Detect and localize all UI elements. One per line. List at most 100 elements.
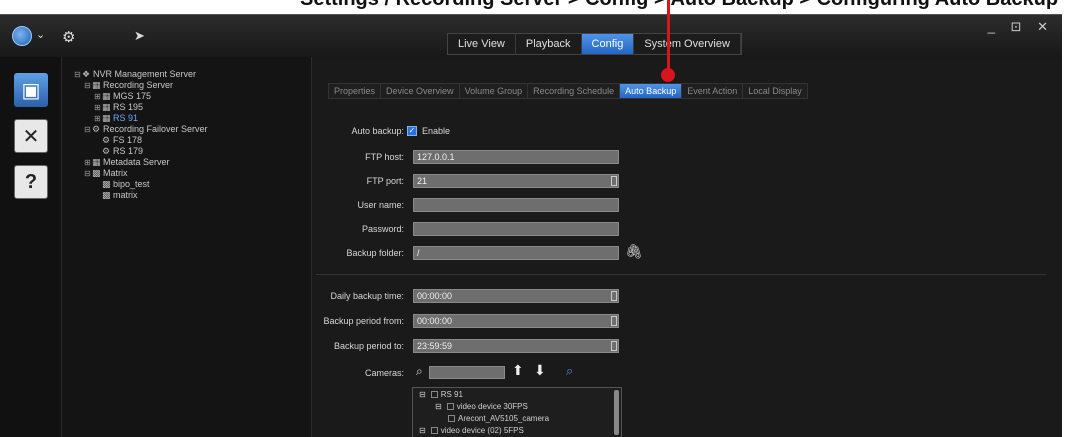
camera-list-scrollbar[interactable]	[614, 390, 619, 435]
globe-icon[interactable]	[12, 26, 32, 46]
server-icon: ⚙	[102, 135, 111, 145]
backup-folder-input[interactable]: /	[413, 246, 619, 260]
callout-line	[667, 0, 670, 72]
collapse-icon[interactable]: ⊟	[84, 80, 92, 91]
collapse-icon[interactable]: ⊟	[435, 402, 442, 411]
user-name-input[interactable]	[413, 198, 619, 212]
subtab-auto-backup[interactable]: Auto Backup	[619, 83, 682, 99]
instruction-caption-strip: Settings / Recording Server > Config > A…	[0, 0, 1067, 14]
subtab-recording-schedule[interactable]: Recording Schedule	[527, 83, 620, 99]
camera-checkbox[interactable]	[446, 403, 454, 411]
backup-period-from-stepper[interactable]: 00:00:00	[413, 314, 619, 328]
camera-label: Arecont_AV5105_camera	[458, 414, 550, 423]
subtab-local-display[interactable]: Local Display	[742, 83, 808, 99]
backup-period-to-value: 23:59:59	[417, 341, 453, 351]
config-content: Properties Device Overview Volume Group …	[312, 57, 1062, 437]
tab-config[interactable]: Config	[581, 34, 635, 54]
cursor-icon[interactable]: ➤	[134, 28, 145, 44]
find-icon[interactable]: ⌕	[566, 363, 573, 379]
tree-item[interactable]: ⊞▦ MGS 175	[62, 91, 311, 102]
enable-checkbox[interactable]: ✓	[407, 126, 417, 136]
tree-item-label: NVR Management Server	[93, 69, 197, 79]
camera-search-input[interactable]	[429, 366, 505, 379]
subtab-event-action[interactable]: Event Action	[681, 83, 743, 99]
camera-list-item[interactable]: Arecont_AV5105_camera	[443, 414, 549, 423]
tree-item[interactable]: ⊟▩ Matrix	[62, 168, 311, 179]
collapse-icon[interactable]: ⊟	[419, 426, 426, 435]
camera-label: video device (02) 5FPS	[440, 426, 524, 435]
subtab-volume-group[interactable]: Volume Group	[458, 83, 528, 99]
camera-checkbox[interactable]	[430, 427, 438, 435]
section-divider	[316, 274, 1046, 275]
subtab-properties[interactable]: Properties	[328, 83, 381, 99]
tree-item-label: RS 91	[113, 113, 139, 123]
tree-item-label: matrix	[113, 190, 138, 200]
server-icon: ⚙	[92, 124, 101, 134]
collapse-icon[interactable]: ⊟	[74, 69, 82, 80]
ftp-port-stepper[interactable]: 21	[413, 174, 619, 188]
tree-item[interactable]: ⊞▦ RS 195	[62, 102, 311, 113]
spinner-icon[interactable]	[611, 316, 617, 326]
settings-tools-icon[interactable]: ✕	[14, 119, 48, 153]
tree-item[interactable]: ▩ matrix	[62, 190, 311, 201]
password-label: Password:	[361, 224, 404, 234]
daily-backup-time-label: Daily backup time:	[330, 291, 404, 301]
spinner-icon[interactable]	[611, 341, 617, 351]
daily-backup-time-stepper[interactable]: 00:00:00	[413, 289, 619, 303]
arrow-down-icon[interactable]: ⬇	[534, 362, 546, 379]
search-icon[interactable]: ⌕	[416, 364, 423, 379]
backup-period-to-label: Backup period to:	[333, 341, 404, 351]
tree-item[interactable]: ⚙ FS 178	[62, 135, 311, 146]
spinner-icon[interactable]	[611, 291, 617, 301]
camera-checkbox[interactable]	[430, 391, 438, 399]
camera-list-item[interactable]: ⊟ video device 30FPS	[435, 402, 528, 411]
ftp-host-input[interactable]: 127.0.0.1	[413, 150, 619, 164]
collapse-icon[interactable]: ⊟	[84, 168, 92, 179]
camera-checkbox[interactable]	[448, 415, 455, 423]
help-icon[interactable]: ?	[14, 165, 48, 199]
tree-item[interactable]: ⊞▦ RS 91	[62, 113, 311, 124]
daily-backup-time-value: 00:00:00	[417, 291, 453, 301]
backup-period-to-stepper[interactable]: 23:59:59	[413, 339, 619, 353]
chevron-down-icon[interactable]: ⌄	[36, 28, 45, 41]
camera-list-item[interactable]: ⊟ RS 91	[419, 390, 463, 399]
tree-item[interactable]: ⊟▦ Recording Server	[62, 80, 311, 91]
tab-system-overview[interactable]: System Overview	[634, 34, 741, 54]
tab-playback[interactable]: Playback	[516, 34, 582, 54]
spinner-icon[interactable]	[611, 176, 617, 186]
tree-item[interactable]: ⊞▦ Metadata Server	[62, 157, 311, 168]
tree-item[interactable]: ▩ bipo_test	[62, 179, 311, 190]
tree-item[interactable]: ⊟⚙ Recording Failover Server	[62, 124, 311, 135]
server-tree: ⊟❖ NVR Management Server ⊟▦ Recording Serve…	[62, 57, 312, 437]
server-icon: ▦	[102, 102, 111, 112]
subtab-device-overview[interactable]: Device Overview	[380, 83, 459, 99]
instruction-caption: Settings / Recording Server > Config > A…	[300, 0, 1058, 11]
camera-list-item[interactable]: ⊟ video device (02) 5FPS	[419, 426, 524, 435]
arrow-up-icon[interactable]: ⬆	[512, 362, 524, 379]
server-icon: ▩	[102, 190, 111, 200]
tree-item[interactable]: ⚙ RS 179	[62, 146, 311, 157]
server-icon: ▦	[102, 91, 111, 101]
server-icon: ⚙	[102, 146, 111, 156]
collapse-icon[interactable]: ⊟	[419, 390, 426, 399]
tab-live-view[interactable]: Live View	[448, 34, 516, 54]
window-controls[interactable]: _ ⊡ ✕	[988, 19, 1054, 35]
expand-icon[interactable]: ⊞	[84, 157, 92, 168]
server-icon: ▩	[92, 168, 101, 178]
tree-item-label: Recording Failover Server	[103, 124, 208, 134]
gear-icon[interactable]: ⚙	[62, 28, 75, 46]
expand-icon[interactable]: ⊞	[94, 113, 102, 124]
collapse-icon[interactable]: ⊟	[84, 124, 92, 135]
tree-item[interactable]: ⊟❖ NVR Management Server	[62, 69, 311, 80]
server-icon: ❖	[82, 69, 91, 79]
expand-icon[interactable]: ⊞	[94, 91, 102, 102]
user-name-label: User name:	[357, 200, 404, 210]
password-input[interactable]	[413, 222, 619, 236]
tree-item-label: Matrix	[103, 168, 128, 178]
paperclip-icon[interactable]: 🖇	[625, 243, 643, 260]
monitor-icon[interactable]: ▣	[14, 73, 48, 107]
tree-item-label: RS 179	[113, 146, 144, 156]
expand-icon[interactable]: ⊞	[94, 102, 102, 113]
tree-item-label: RS 195	[113, 102, 144, 112]
tree-item-label: Recording Server	[103, 80, 174, 90]
